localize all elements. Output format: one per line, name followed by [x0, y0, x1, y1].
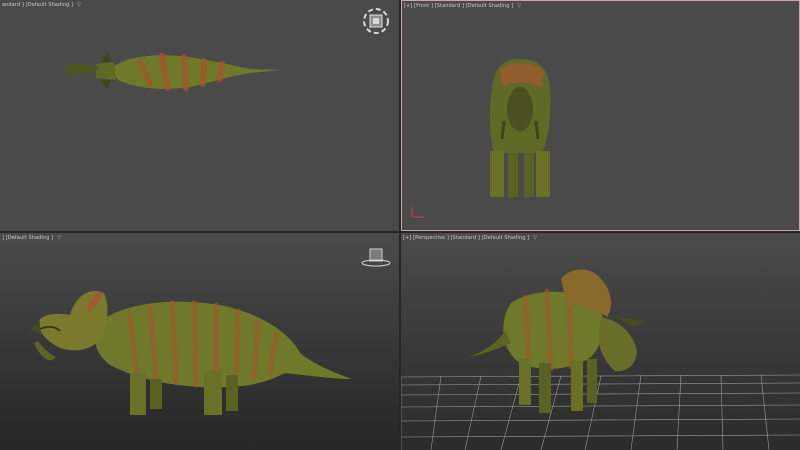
viewcube-icon[interactable] — [361, 248, 391, 267]
viewport-front-canvas — [411, 58, 551, 218]
viewport-perspective-canvas — [401, 269, 800, 450]
viewcube-icon[interactable] — [363, 8, 389, 34]
viewport-divider-vertical[interactable] — [399, 0, 401, 450]
viewport-top-canvas — [66, 8, 389, 91]
home-grid — [401, 374, 800, 450]
viewport-front[interactable]: [+] [Front ] [Standard ] [Default Shadin… — [401, 0, 800, 231]
viewport-perspective[interactable]: [+] [Perspective ] [Standard ] [Default … — [401, 233, 800, 450]
viewport-left-canvas — [30, 248, 391, 415]
dinosaur-front-view[interactable] — [489, 58, 551, 197]
viewport-divider-horizontal[interactable] — [0, 231, 800, 233]
dinosaur-top-view[interactable] — [66, 52, 282, 91]
viewport-top[interactable]: andard ] [Default Shading ] ▽ — [0, 0, 399, 231]
viewport-left[interactable]: ] [Default Shading ] ▽ — [0, 233, 399, 450]
axis-gizmo-icon — [411, 207, 424, 218]
dinosaur-side-view[interactable] — [30, 291, 352, 415]
